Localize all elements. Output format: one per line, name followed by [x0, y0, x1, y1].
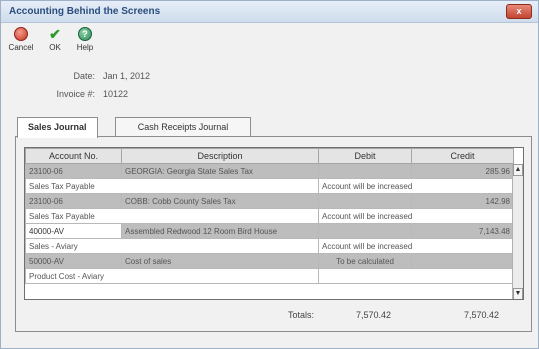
table-row-note: Product Cost - Aviary	[25, 268, 514, 284]
totals-debit: 7,570.42	[356, 310, 392, 320]
tab-sales-journal[interactable]: Sales Journal	[17, 117, 98, 138]
column-header-credit[interactable]: Credit	[411, 148, 514, 164]
sales-journal-panel: Account No. Description Debit Credit 231…	[15, 136, 532, 332]
title-bar[interactable]: Accounting Behind the Screens x	[1, 1, 538, 23]
credit-cell[interactable]: 285.96	[411, 163, 514, 179]
account-name-cell: Sales Tax Payable	[25, 178, 319, 194]
account-effect-cell	[318, 268, 514, 284]
column-header-description[interactable]: Description	[121, 148, 319, 164]
column-header-debit[interactable]: Debit	[318, 148, 412, 164]
description-cell[interactable]: GEORGIA: Georgia State Sales Tax	[121, 163, 319, 179]
table-row[interactable]: 23100-06 GEORGIA: Georgia State Sales Ta…	[25, 163, 514, 179]
invoice-row: Invoice #: 10122	[35, 89, 235, 101]
table-row-note: Sales Tax Payable Account will be increa…	[25, 208, 514, 224]
table-row[interactable]: 50000-AV Cost of sales To be calculated	[25, 253, 514, 269]
description-cell[interactable]: COBB: Cobb County Sales Tax	[121, 193, 319, 209]
account-cell[interactable]: 40000-AV	[25, 223, 122, 239]
help-label: Help	[76, 43, 94, 52]
grid-scrollbar[interactable]: ▲ ▼	[512, 164, 523, 299]
scroll-down-arrow-icon[interactable]: ▼	[513, 288, 523, 299]
credit-cell[interactable]	[411, 253, 514, 269]
account-effect-cell: Account will be increased	[318, 208, 514, 224]
checkmark-icon: ✔	[49, 26, 61, 42]
cancel-icon	[14, 27, 28, 41]
table-row-note: Sales Tax Payable Account will be increa…	[25, 178, 514, 194]
ok-button[interactable]: ✔ OK	[41, 25, 69, 52]
description-cell[interactable]: Cost of sales	[121, 253, 319, 269]
column-header-account[interactable]: Account No.	[25, 148, 122, 164]
debit-cell[interactable]: To be calculated	[318, 253, 412, 269]
table-row-note: Sales - Aviary Account will be increased	[25, 238, 514, 254]
table-header-row: Account No. Description Debit Credit	[25, 148, 514, 164]
totals-label: Totals:	[288, 310, 315, 320]
help-button[interactable]: ? Help	[71, 25, 99, 52]
account-cell[interactable]: 23100-06	[25, 163, 122, 179]
cancel-button[interactable]: Cancel	[7, 25, 35, 52]
date-row: Date: Jan 1, 2012	[35, 71, 235, 83]
scroll-up-arrow-icon[interactable]: ▲	[513, 164, 523, 176]
window-title: Accounting Behind the Screens	[9, 6, 161, 17]
help-icon: ?	[78, 27, 92, 41]
account-cell[interactable]: 50000-AV	[25, 253, 122, 269]
journal-grid: Account No. Description Debit Credit 231…	[24, 147, 524, 300]
account-name-cell: Sales - Aviary	[25, 238, 319, 254]
account-effect-cell: Account will be increased	[318, 178, 514, 194]
table-row[interactable]: 40000-AV Assembled Redwood 12 Room Bird …	[25, 223, 514, 239]
close-button[interactable]: x	[506, 4, 532, 19]
debit-cell[interactable]	[318, 193, 412, 209]
table-row[interactable]: 23100-06 COBB: Cobb County Sales Tax 142…	[25, 193, 514, 209]
account-name-cell: Sales Tax Payable	[25, 208, 319, 224]
debit-cell[interactable]	[318, 223, 412, 239]
date-label: Date:	[73, 71, 95, 81]
description-cell[interactable]: Assembled Redwood 12 Room Bird House	[121, 223, 319, 239]
totals-credit: 7,570.42	[464, 310, 500, 320]
debit-cell[interactable]	[318, 163, 412, 179]
invoice-value: 10122	[103, 89, 129, 99]
cancel-label: Cancel	[8, 43, 34, 52]
date-value: Jan 1, 2012	[103, 71, 151, 81]
credit-cell[interactable]: 7,143.48	[411, 223, 514, 239]
toolbar: Cancel ✔ OK ? Help	[5, 25, 535, 61]
account-name-cell: Product Cost - Aviary	[25, 268, 319, 284]
accounting-behind-the-screens-window: Accounting Behind the Screens x Cancel ✔…	[0, 0, 539, 349]
account-effect-cell: Account will be increased	[318, 238, 514, 254]
tab-cash-receipts-journal[interactable]: Cash Receipts Journal	[115, 117, 251, 137]
journal-table: Account No. Description Debit Credit 231…	[25, 148, 514, 284]
account-cell[interactable]: 23100-06	[25, 193, 122, 209]
credit-cell[interactable]: 142.98	[411, 193, 514, 209]
invoice-label: Invoice #:	[56, 89, 95, 99]
ok-label: OK	[49, 43, 61, 52]
journal-tabs: Sales Journal Cash Receipts Journal	[17, 117, 527, 138]
